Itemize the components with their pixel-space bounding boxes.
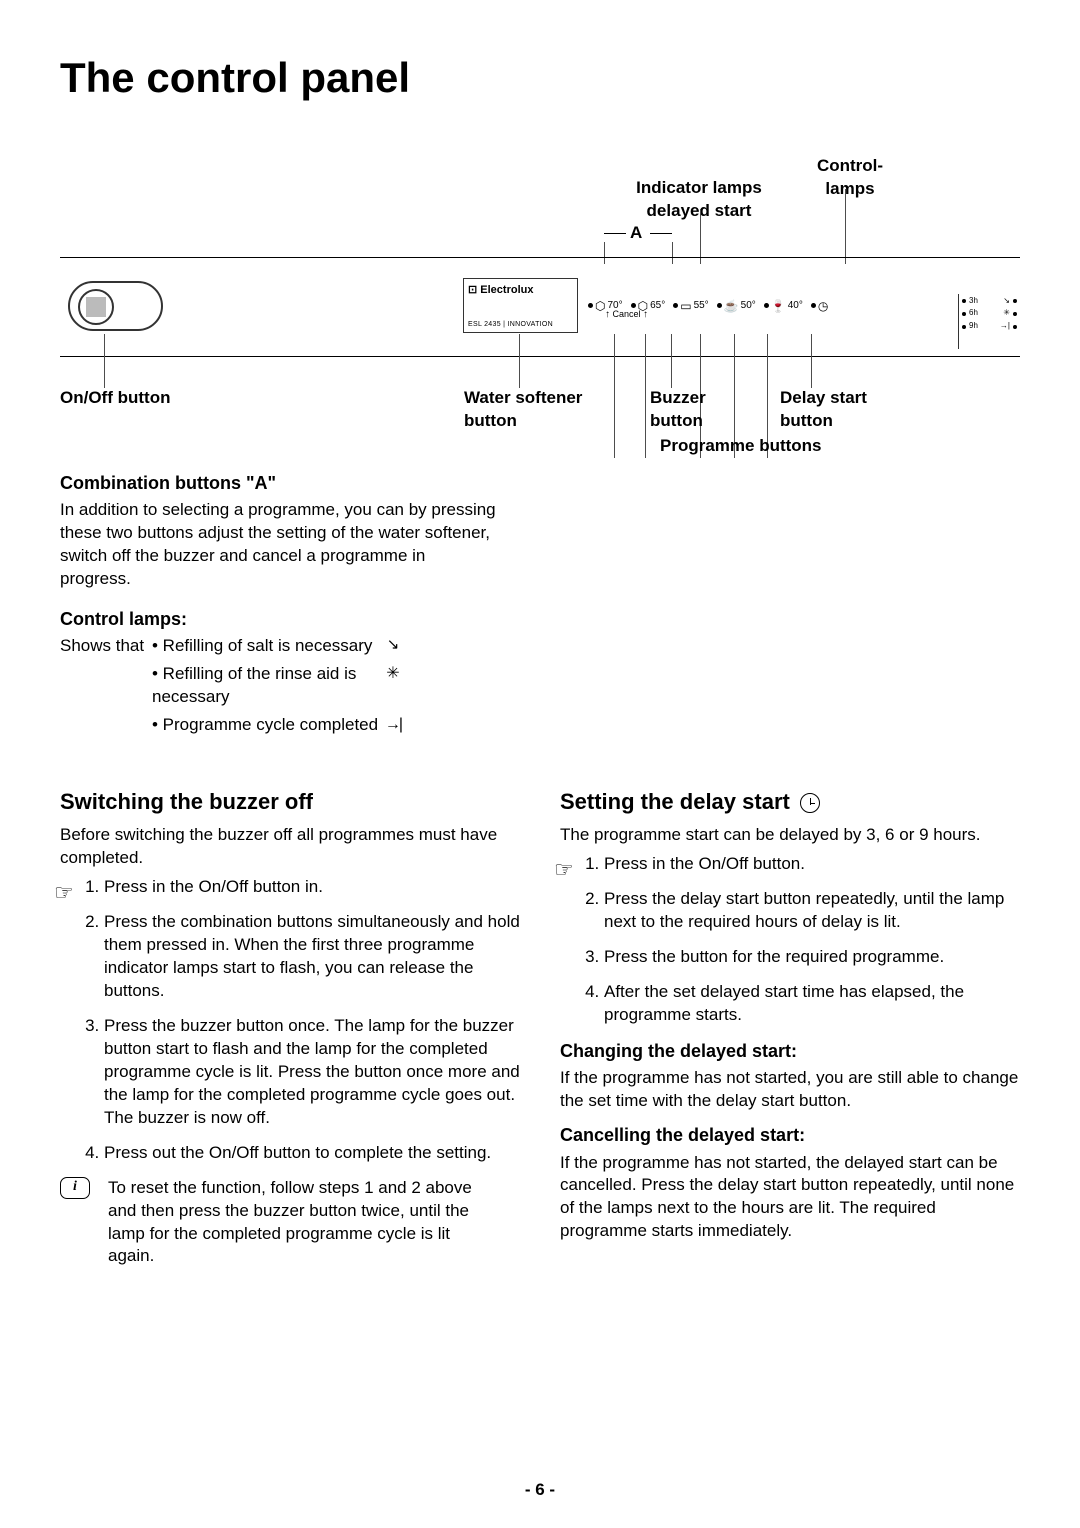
- prog-temp: 55°: [694, 299, 709, 313]
- step: After the set delayed start time has ela…: [604, 981, 1020, 1027]
- step: Press in the On/Off button in.: [104, 876, 520, 899]
- programme-end-icon: →|: [382, 714, 404, 736]
- guideline: [811, 334, 812, 388]
- guideline: [519, 334, 520, 388]
- diagram-bottom-labels: On/Off button Water softener button Buzz…: [60, 387, 1020, 447]
- programme-buttons-label: Programme buttons: [660, 435, 822, 458]
- buzzer-button-label: Buzzer button: [650, 387, 750, 433]
- brand-name: ⊡ Electrolux: [468, 283, 573, 298]
- control-lamp-item: • Refilling of the rinse aid is necessar…: [152, 663, 382, 709]
- step: Press the button for the required progra…: [604, 946, 1020, 969]
- buzzer-off-steps: Press in the On/Off button in. Press the…: [60, 876, 520, 1164]
- prog-temp: 50°: [741, 299, 756, 313]
- buzzer-reset-text: To reset the function, follow steps 1 an…: [108, 1177, 478, 1269]
- guideline: [845, 189, 846, 264]
- combination-heading: Combination buttons "A": [60, 471, 1020, 495]
- guideline: [700, 209, 701, 264]
- step: Press in the On/Off button.: [604, 853, 1020, 876]
- guideline: [104, 334, 105, 388]
- delay-start-label: Delay start button: [780, 387, 900, 433]
- shows-that-label: Shows that: [60, 635, 152, 658]
- combination-text: In addition to selecting a programme, yo…: [60, 499, 500, 591]
- step: Press the delay start button repeatedly,…: [604, 888, 1020, 934]
- water-softener-label: Water softener button: [464, 387, 604, 433]
- prog-temp: 65°: [650, 299, 665, 313]
- salt-icon: ↘: [382, 635, 404, 655]
- delay-hour: 9h: [969, 321, 978, 332]
- page-number: - 6 -: [0, 1479, 1080, 1502]
- hand-icon: ☞: [554, 855, 574, 885]
- right-column: Setting the delay start The programme st…: [560, 787, 1020, 1269]
- page-title: The control panel: [60, 50, 1020, 107]
- changing-delay-heading: Changing the delayed start:: [560, 1039, 1020, 1063]
- buzzer-off-intro: Before switching the buzzer off all prog…: [60, 824, 520, 870]
- delay-hour: 6h: [969, 308, 978, 319]
- diagram-top-labels: Indicator lamps delayed start Control-la…: [60, 147, 1020, 257]
- cancel-delay-heading: Cancelling the delayed start:: [560, 1123, 1020, 1147]
- control-lamp-item: • Programme cycle completed: [152, 714, 382, 737]
- control-lamp-item: • Refilling of salt is necessary: [152, 635, 382, 658]
- indicator-lamps-label: Indicator lamps delayed start: [614, 177, 784, 223]
- prog-temp: 40°: [788, 299, 803, 313]
- control-lamps-label: Control-lamps: [800, 155, 900, 201]
- cancel-label: ↑ Cancel ↑: [605, 308, 648, 322]
- buzzer-off-heading: Switching the buzzer off: [60, 787, 520, 817]
- control-lamps-graphic: 3h↘ 6h✳ 9h→|: [958, 294, 1020, 349]
- delay-hour: 3h: [969, 296, 978, 307]
- control-lamps-heading: Control lamps:: [60, 607, 1020, 631]
- step: Press out the On/Off button to complete …: [104, 1142, 520, 1165]
- clock-icon: [800, 793, 820, 813]
- step: Press the buzzer button once. The lamp f…: [104, 1015, 520, 1130]
- info-icon: i: [60, 1177, 90, 1199]
- delay-start-intro: The programme start can be delayed by 3,…: [560, 824, 1020, 847]
- changing-delay-text: If the programme has not started, you ar…: [560, 1067, 1020, 1113]
- brand-badge: ⊡ Electrolux ESL 2435 | INNOVATION: [463, 278, 578, 333]
- delay-start-heading: Setting the delay start: [560, 787, 1020, 817]
- onoff-label: On/Off button: [60, 387, 170, 410]
- cancel-delay-text: If the programme has not started, the de…: [560, 1152, 1020, 1244]
- step: Press the combination buttons simultaneo…: [104, 911, 520, 1003]
- delay-start-steps: Press in the On/Off button. Press the de…: [560, 853, 1020, 1027]
- combination-a-letter: A: [630, 222, 642, 245]
- a-connector-left: [604, 233, 626, 234]
- left-column: Switching the buzzer off Before switchin…: [60, 787, 520, 1269]
- guideline: [671, 334, 672, 388]
- hand-icon: ☞: [54, 878, 74, 908]
- control-lamps-list: Shows that • Refilling of salt is necess…: [60, 635, 1020, 737]
- rinse-aid-icon: ✳: [382, 663, 404, 685]
- model-name: ESL 2435 | INNOVATION: [468, 320, 553, 329]
- a-connector-right: [650, 233, 672, 234]
- onoff-button-graphic: [68, 281, 163, 331]
- control-panel-diagram: ⊡ Electrolux ESL 2435 | INNOVATION ⬡70° …: [60, 257, 1020, 357]
